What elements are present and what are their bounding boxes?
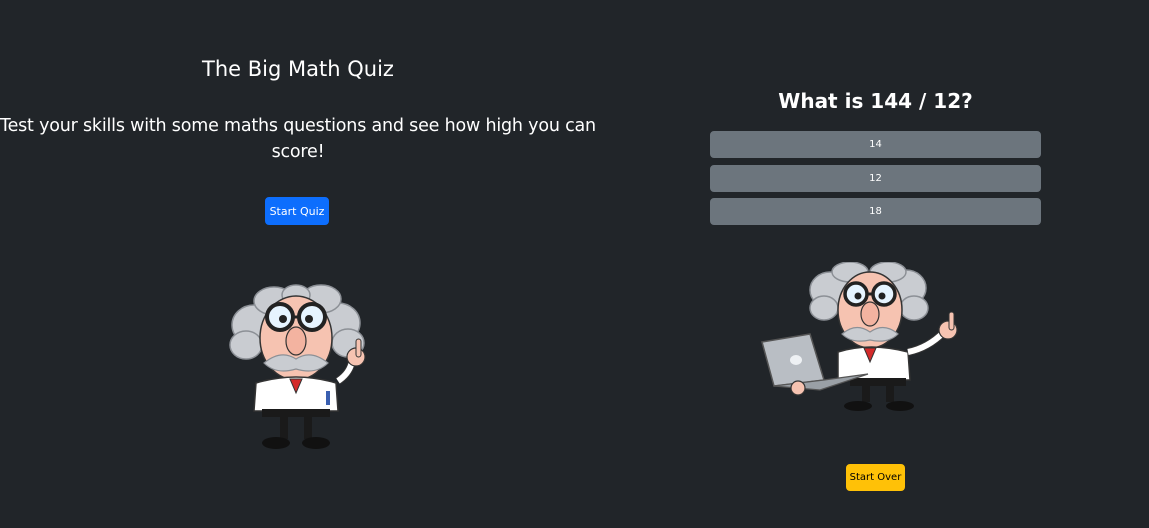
start-over-button[interactable]: Start Over	[846, 464, 905, 491]
professor-laptop-icon	[761, 262, 958, 411]
answer-button-1[interactable]: 14	[710, 131, 1041, 158]
quiz-page: The Big Math Quiz Test your skills with …	[0, 0, 1149, 528]
answer-button-2[interactable]: 12	[710, 164, 1041, 192]
page-title: The Big Math Quiz	[202, 57, 394, 81]
start-quiz-button[interactable]: Start Quiz	[265, 197, 329, 225]
answer-list: 14 12 18	[710, 131, 1041, 232]
page-subtitle: Test your skills with some maths questio…	[0, 116, 596, 162]
answer-button-3[interactable]: 18	[710, 198, 1041, 225]
professor-icon	[229, 284, 366, 449]
question-text: What is 144 / 12?	[778, 89, 973, 113]
